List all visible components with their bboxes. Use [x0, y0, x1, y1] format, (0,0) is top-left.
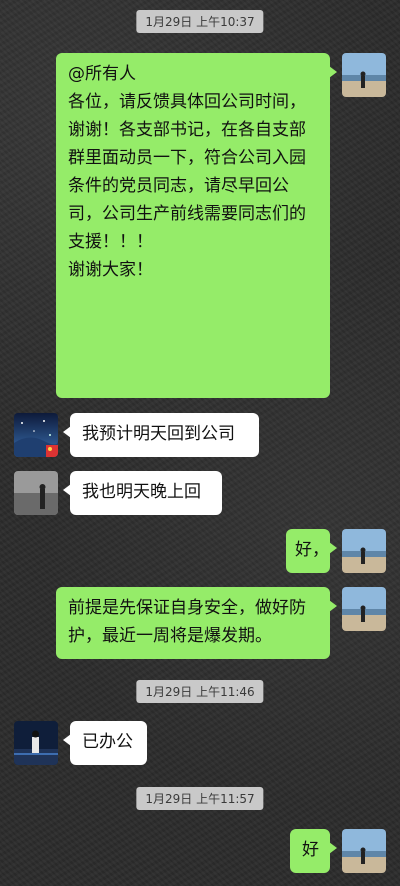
message-bubble-7[interactable]: 好: [290, 829, 337, 873]
message-bubble-6[interactable]: 已办公: [63, 721, 147, 765]
timestamp: 1月29日 上午11:57: [136, 787, 264, 810]
message-bubble-2[interactable]: 我预计明天回到公司: [63, 413, 259, 457]
message-text: 我也明天晚上回: [82, 482, 201, 502]
self-avatar[interactable]: [342, 53, 386, 97]
contact-avatar-dark[interactable]: [14, 721, 58, 765]
message-text: 各位，请反馈具体回公司时间，: [68, 92, 306, 112]
contact-avatar-starry[interactable]: [14, 413, 58, 457]
message-bubble-5[interactable]: 前提是先保证自身安全，做好防 护，最近一周将是爆发期。: [56, 587, 337, 659]
timestamp: 1月29日 上午11:46: [136, 680, 264, 703]
message-text: 谢谢！各支部书记，在各自支部: [68, 120, 306, 140]
message-text: 条件的党员同志，请尽早回公: [68, 176, 289, 196]
message-text: 群里面动员一下，符合公司入园: [68, 148, 306, 168]
message-text: @所有人: [68, 64, 136, 84]
message-bubble-4[interactable]: 好，: [286, 529, 337, 573]
self-avatar[interactable]: [342, 587, 386, 631]
message-bubble-1[interactable]: @所有人 各位，请反馈具体回公司时间， 谢谢！各支部书记，在各自支部 群里面动员…: [56, 53, 337, 398]
message-text: 护，最近一周将是爆发期。: [68, 626, 272, 646]
message-text: 我预计明天回到公司: [82, 424, 235, 444]
self-avatar[interactable]: [342, 829, 386, 873]
self-avatar[interactable]: [342, 529, 386, 573]
message-text: 支援！！！: [68, 232, 153, 252]
message-bubble-3[interactable]: 我也明天晚上回: [63, 471, 222, 515]
message-text: 司，公司生产前线需要同志们的: [68, 204, 306, 224]
message-text: 已办公: [82, 732, 133, 752]
contact-avatar-figure[interactable]: [14, 471, 58, 515]
message-text: 谢谢大家！: [68, 260, 153, 280]
timestamp: 1月29日 上午10:37: [136, 10, 264, 33]
message-text: 好: [302, 840, 319, 860]
message-text: 前提是先保证自身安全，做好防: [68, 598, 306, 618]
message-text: 好，: [295, 540, 329, 560]
